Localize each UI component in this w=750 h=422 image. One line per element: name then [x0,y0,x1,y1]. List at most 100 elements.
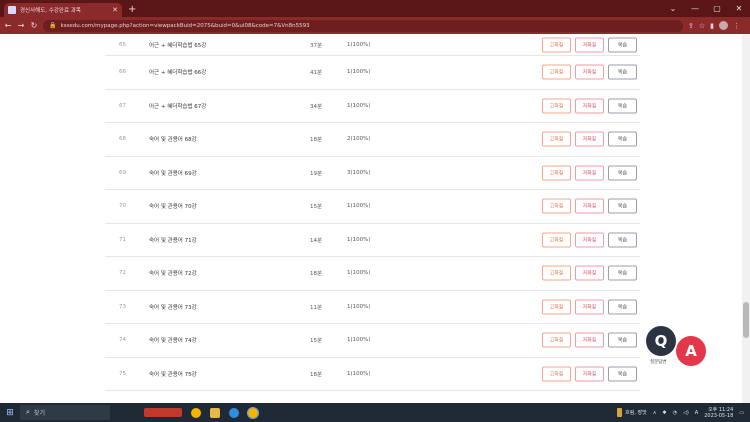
lecture-title: 어근 + 혜더학습법 65강 [149,42,207,49]
replay-button[interactable]: 복습 [608,198,637,214]
sd-button[interactable]: 저화질 [575,332,604,348]
extension-icon[interactable]: ▮ [710,22,714,30]
avatar[interactable] [719,21,728,30]
windows-start-icon[interactable]: ⊞ [0,408,20,418]
forward-icon[interactable]: → [17,21,25,30]
qa-q-icon: Q [646,326,676,356]
tab-close-icon[interactable]: ✕ [112,6,118,14]
reload-icon[interactable]: ↻ [30,21,38,30]
lecture-row: 68 숙어 및 관용어 68강 18분 2(100%) 고화질 저화질 복습 [105,123,640,157]
replay-button[interactable]: 복습 [608,37,637,52]
maximize-icon[interactable]: ▢ [706,0,728,17]
lecture-row: 67 어근 + 혜더학습법 67강 34분 1(100%) 고화질 저화질 복습 [105,90,640,123]
clock[interactable]: 오후 11:24 2023-05-18 [704,407,733,419]
tray-chevron-icon[interactable]: ∧ [653,410,657,416]
replay-button[interactable]: 복습 [608,299,637,315]
notification-icon[interactable]: ▭ [739,410,744,416]
lecture-duration: 14분 [310,237,323,244]
hd-button[interactable]: 고화질 [542,165,571,181]
lecture-number: 70 [119,203,126,210]
sd-button[interactable]: 저화질 [575,131,604,147]
sd-button[interactable]: 저화질 [575,198,604,214]
sd-button[interactable]: 저화질 [575,299,604,315]
hd-button[interactable]: 고화질 [542,198,571,214]
lecture-number: 66 [119,69,126,76]
lecture-duration: 18분 [310,137,323,144]
lecture-title: 숙어 및 관용어 68강 [149,137,197,144]
lecture-number: 74 [119,337,126,344]
address-bar[interactable]: 🔒 kssedu.com/mypage.php?action=viewpackB… [43,19,683,32]
qa-caption: 질문답변 [650,360,667,365]
hd-button[interactable]: 고화질 [542,98,571,114]
hd-button[interactable]: 고화질 [542,131,571,147]
replay-button[interactable]: 복습 [608,165,637,181]
lecture-progress: 1(100%) [347,41,371,48]
lecture-row: 72 숙어 및 관용어 72강 18분 1(100%) 고화질 저화질 복습 [105,257,640,291]
lecture-title: 숙어 및 관용어 72강 [149,271,197,278]
taskbar: ⊞ ⌕ 찾기 흐림, 장맛 ∧ ✱ ◔ ◁) A 오후 11:24 2023-0… [0,403,750,422]
lecture-duration: 19분 [310,170,323,177]
lecture-progress: 1(100%) [347,203,371,210]
lecture-title: 숙어 및 관용어 70강 [149,204,197,211]
lecture-number: 71 [119,236,126,243]
volume-icon[interactable]: ◁) [683,410,689,416]
scrollbar-thumb[interactable] [743,302,749,338]
chrome-active-icon[interactable] [247,406,259,419]
chevron-down-icon[interactable]: ⌄ [662,0,684,17]
replay-button[interactable]: 복습 [608,64,637,80]
hd-button[interactable]: 고화질 [542,366,571,382]
qa-badge[interactable]: Q A 질문답변 [646,326,706,376]
chrome-icon[interactable] [191,407,201,418]
hd-button[interactable]: 고화질 [542,64,571,80]
star-icon[interactable]: ☆ [699,22,705,30]
close-icon[interactable]: ✕ [728,0,750,17]
ime-icon[interactable]: A [695,410,698,416]
sd-button[interactable]: 저화질 [575,265,604,281]
lecture-duration: 18분 [310,271,323,278]
qa-a-icon: A [676,336,706,366]
hd-button[interactable]: 고화질 [542,265,571,281]
edge-icon[interactable] [229,407,239,418]
lecture-row: 65 어근 + 혜더학습법 65강 37분 1(100%) 고화질 저화질 복습 [105,34,640,56]
hd-button[interactable]: 고화질 [542,299,571,315]
minimize-icon[interactable]: — [684,0,706,17]
sd-button[interactable]: 저화질 [575,165,604,181]
bluetooth-icon[interactable]: ✱ [662,410,666,416]
back-icon[interactable]: ← [4,21,12,30]
plus-icon[interactable]: + [128,3,136,17]
replay-button[interactable]: 복습 [608,232,637,248]
hd-button[interactable]: 고화질 [542,37,571,52]
browser-tab[interactable]: 경신사해도, 수강완료 과목 ✕ [4,3,122,17]
file-explorer-icon[interactable] [210,407,220,418]
sd-button[interactable]: 저화질 [575,98,604,114]
replay-button[interactable]: 복습 [608,131,637,147]
lecture-title: 숙어 및 관용어 71강 [149,237,197,244]
lecture-title: 숙어 및 관용어 74강 [149,338,197,345]
lecture-row: 70 숙어 및 관용어 70강 15분 1(100%) 고화질 저화질 복습 [105,190,640,224]
lock-icon: 🔒 [49,22,57,29]
sd-button[interactable]: 저화질 [575,366,604,382]
hd-button[interactable]: 고화질 [542,332,571,348]
browser-toolbar: ← → ↻ 🔒 kssedu.com/mypage.php?action=vie… [0,17,750,34]
sd-button[interactable]: 저화질 [575,232,604,248]
replay-button[interactable]: 복습 [608,366,637,382]
lecture-duration: 37분 [310,42,323,49]
lecture-number: 69 [119,169,126,176]
weather-widget[interactable]: 흐림, 장맛 [617,408,647,417]
sd-button[interactable]: 저화질 [575,64,604,80]
replay-button[interactable]: 복습 [608,332,637,348]
taskbar-search[interactable]: ⌕ 찾기 [20,405,110,420]
lecture-duration: 15분 [310,338,323,345]
lecture-progress: 1(100%) [347,370,371,377]
hd-button[interactable]: 고화질 [542,232,571,248]
pinned-app-icon[interactable] [144,408,182,417]
share-icon[interactable]: ⇪ [688,22,694,30]
lecture-number: 67 [119,102,126,109]
lecture-progress: 1(100%) [347,270,371,277]
menu-icon[interactable]: ⋮ [733,22,740,30]
sd-button[interactable]: 저화질 [575,37,604,52]
replay-button[interactable]: 복습 [608,98,637,114]
scrollbar[interactable] [742,34,750,403]
network-icon[interactable]: ◔ [673,410,677,416]
replay-button[interactable]: 복습 [608,265,637,281]
